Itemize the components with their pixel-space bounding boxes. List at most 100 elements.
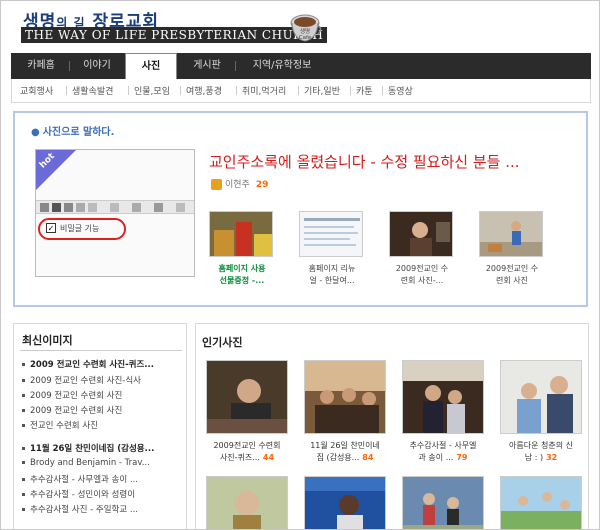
category-divider	[350, 86, 351, 95]
recent-image-item[interactable]: 추수감사절 - 성민이와 성령이	[22, 488, 182, 500]
bullet-icon	[22, 461, 25, 464]
recent-image-title: 2009 전교인 수련회 사진-식사	[30, 376, 142, 386]
thumb-image	[480, 212, 542, 256]
recent-image-title: 11월 26일 찬민이네집 (감성용...	[30, 444, 155, 454]
caption-line: 사진-퀴즈...	[219, 453, 260, 462]
featured-main-thumbnail[interactable]: hot ✓ 비밀글 기능	[35, 149, 195, 277]
toolbar-icon	[110, 203, 119, 212]
thumb-image	[305, 361, 385, 433]
nav-tab-photos[interactable]: 사진	[125, 53, 177, 79]
photo-category-nav: 교회행사 생활속발견 인물,모임 여행,풍경 취미,먹거리 기타,일반 카툰 동…	[11, 79, 591, 103]
popular-photo-thumb[interactable]	[206, 360, 288, 434]
site-logo-english[interactable]: THE WAY OF LIFE PRESBYTERIAN CHURCH	[21, 27, 328, 43]
featured-post-title[interactable]: 교인주소록에 올렸습니다 - 수정 필요하신 분들 ...	[209, 151, 520, 172]
featured-comment-count: 29	[255, 180, 269, 190]
main-nav: 카페홈 이야기 사진 게시판 지역/유학정보	[11, 53, 591, 79]
caption-line: 남 : )	[524, 453, 544, 462]
nav-tab-region-info[interactable]: 지역/유학정보	[237, 53, 327, 79]
toolbar-icon	[88, 203, 97, 212]
category-cartoon[interactable]: 카툰	[356, 84, 373, 97]
recent-image-title: Brody and Benjamin - Trav...	[30, 458, 150, 468]
caption-line: 2009전교인 수	[395, 264, 449, 273]
popular-photo-caption[interactable]: 아름다운 청춘의 신 남 : ) 32	[497, 440, 585, 464]
popular-photo-caption[interactable]: 11월 26일 찬민이네 집 (감성용... 84	[301, 440, 389, 464]
popular-photo-thumb[interactable]	[500, 476, 582, 529]
featured-thumb-2-caption[interactable]: 홈페이지 리뉴 얼 - 한달여...	[289, 263, 375, 287]
recent-image-title: 2009 전교인 수련회 사진	[30, 391, 123, 401]
nav-tab-cafe-home[interactable]: 카페홈	[15, 53, 67, 79]
category-video[interactable]: 동영상	[388, 84, 413, 97]
bullet-icon	[22, 379, 25, 382]
toolbar-icon	[132, 203, 141, 212]
recent-image-item[interactable]: 전교인 수련회 사진	[22, 419, 182, 431]
caption-line: 11월 26일 찬민이네	[310, 441, 380, 450]
view-count: 44	[262, 453, 275, 462]
recent-image-item[interactable]: 2009 전교인 수련회 사진-식사	[22, 374, 182, 386]
recent-image-title: 2009 전교인 수련회 사진	[30, 406, 123, 416]
recent-image-item[interactable]: 11월 26일 찬민이네집 (감성용...	[22, 442, 182, 454]
caption-line: 추수감사절 - 사무엘	[409, 441, 477, 450]
cafe-page: 생명의 길 장로교회 THE WAY OF LIFE PRESBYTERIAN …	[0, 0, 600, 530]
checkbox-checked-icon: ✓	[46, 223, 56, 233]
popular-photos-title: 인기사진	[202, 336, 243, 349]
popular-photo-thumb[interactable]	[206, 476, 288, 529]
recent-image-item[interactable]: 2009 전교인 수련회 사진	[22, 404, 182, 416]
featured-author-name[interactable]: 이현주	[225, 180, 250, 190]
site-header: 생명의 길 장로교회 THE WAY OF LIFE PRESBYTERIAN …	[1, 1, 599, 53]
category-church-events[interactable]: 교회행사	[20, 84, 53, 97]
bullet-icon	[22, 394, 25, 397]
popular-photo-caption[interactable]: 2009전교인 수련회 사진-퀴즈... 44	[203, 440, 291, 464]
caption-line: 얼 - 한달여...	[309, 276, 355, 285]
recent-image-item[interactable]: 추수감사절 - 사무엘과 송이 ...	[22, 473, 182, 485]
thumb-image	[403, 361, 483, 433]
category-travel-scenery[interactable]: 여행,풍경	[186, 84, 222, 97]
category-daily-discovery[interactable]: 생활속발견	[72, 84, 113, 97]
popular-photo-thumb[interactable]	[500, 360, 582, 434]
cafe-logo-text-2: Cafe	[299, 35, 312, 41]
thumb-image	[300, 212, 362, 256]
featured-thumb-1[interactable]	[209, 211, 273, 257]
popular-photo-thumb[interactable]	[304, 360, 386, 434]
featured-photo-box: ● 사진으로 말하다. hot ✓ 비밀글 기능 교인주소록에 올렸습니다 - 수…	[13, 111, 588, 307]
popular-photos-panel: 인기사진 2009전교인 수련회 사진-퀴즈... 44 11월 26일 찬민이네…	[195, 323, 589, 529]
hot-badge-icon	[36, 150, 76, 190]
recent-image-title: 추수감사절 - 사무엘과 송이 ...	[30, 475, 139, 485]
recent-image-title: 전교인 수련회 사진	[30, 421, 98, 431]
featured-thumb-3-caption[interactable]: 2009전교인 수 련회 사진-...	[379, 263, 465, 287]
category-hobby-food[interactable]: 취미,먹거리	[242, 84, 286, 97]
recent-image-item[interactable]: 2009 전교인 수련회 사진-퀴즈...	[22, 358, 182, 370]
featured-thumb-2[interactable]	[299, 211, 363, 257]
featured-thumb-4[interactable]	[479, 211, 543, 257]
bullet-icon	[22, 447, 25, 450]
recent-images-panel: 최신이미지 2009 전교인 수련회 사진-퀴즈... 2009 전교인 수련회…	[13, 323, 187, 529]
caption-line: 홈페이지 리뉴	[308, 264, 356, 273]
featured-thumb-3[interactable]	[389, 211, 453, 257]
popular-photo-thumb[interactable]	[402, 476, 484, 529]
view-count: 84	[362, 453, 374, 462]
toolbar-icon	[64, 203, 73, 212]
user-avatar-icon	[211, 179, 222, 190]
nav-tab-story[interactable]: 이야기	[71, 53, 123, 79]
category-divider	[128, 86, 129, 95]
popular-photo-thumb[interactable]	[304, 476, 386, 529]
cafe-logo-text-1: 생명	[300, 27, 310, 35]
caption-line: 련회 사진	[496, 276, 528, 285]
cafe-cup-icon[interactable]: 생명 Cafe	[289, 7, 323, 47]
recent-images-title: 최신이미지	[22, 334, 73, 347]
thumb-image	[501, 361, 581, 433]
toolbar-icon	[52, 203, 61, 212]
thumb-image	[390, 212, 452, 256]
category-people-groups[interactable]: 인물,모임	[134, 84, 170, 97]
recent-image-item[interactable]: Brody and Benjamin - Trav...	[22, 458, 182, 468]
recent-image-item[interactable]: 추수감사절 사진 - 주일학교 ...	[22, 503, 182, 515]
recent-image-item[interactable]: 2009 전교인 수련회 사진	[22, 389, 182, 401]
popular-photo-thumb[interactable]	[402, 360, 484, 434]
featured-thumb-1-caption[interactable]: 홈페이지 사용 선물증정 -...	[199, 263, 285, 287]
category-other-general[interactable]: 기타,일반	[304, 84, 340, 97]
recent-image-title: 추수감사절 - 성민이와 성령이	[30, 490, 136, 500]
popular-photo-caption[interactable]: 추수감사절 - 사무엘 과 송이 ... 79	[399, 440, 487, 464]
featured-thumb-4-caption[interactable]: 2009전교인 수 련회 사진	[469, 263, 555, 287]
editor-toolbar-image	[36, 200, 194, 214]
nav-tab-board[interactable]: 게시판	[181, 53, 233, 79]
caption-line: 집 (감성용...	[316, 453, 360, 462]
